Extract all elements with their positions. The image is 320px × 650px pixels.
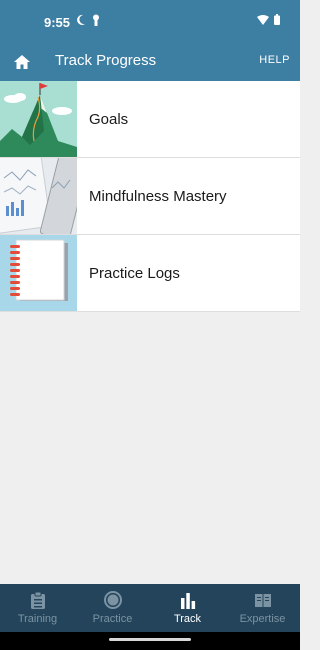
status-bar: 9:55 bbox=[0, 0, 300, 44]
goals-thumbnail bbox=[0, 81, 77, 157]
keyhole-icon bbox=[93, 14, 99, 26]
tab-label: Expertise bbox=[239, 613, 286, 625]
tab-training[interactable]: Training bbox=[0, 584, 75, 632]
list-item-label: Practice Logs bbox=[89, 264, 180, 282]
home-icon[interactable] bbox=[12, 52, 32, 72]
circle-icon bbox=[103, 591, 122, 609]
track-list: Goals Mindfulness Mastery Practice Logs bbox=[0, 81, 300, 312]
bottom-nav: Training Practice Track Expertise bbox=[0, 584, 300, 632]
system-gesture-bar bbox=[0, 632, 300, 650]
practice-logs-thumbnail bbox=[0, 235, 77, 311]
tab-practice[interactable]: Practice bbox=[75, 584, 150, 632]
tab-label: Training bbox=[17, 613, 58, 625]
status-time: 9:55 bbox=[44, 15, 71, 30]
gesture-handle[interactable] bbox=[109, 638, 191, 641]
tab-label: Track bbox=[173, 613, 202, 625]
mindfulness-mastery-thumbnail bbox=[0, 158, 77, 234]
wifi-icon bbox=[257, 14, 269, 25]
list-item-goals[interactable]: Goals bbox=[0, 81, 300, 158]
list-item-label: Goals bbox=[89, 110, 129, 128]
list-item-practice-logs[interactable]: Practice Logs bbox=[0, 235, 300, 312]
app-bar: Track Progress HELP bbox=[0, 44, 300, 81]
moon-icon bbox=[77, 14, 85, 25]
bar-chart-icon bbox=[180, 593, 195, 609]
list-item-label: Mindfulness Mastery bbox=[89, 187, 227, 205]
list-item-mindfulness-mastery[interactable]: Mindfulness Mastery bbox=[0, 158, 300, 235]
book-icon bbox=[254, 594, 271, 607]
page-title: Track Progress bbox=[55, 52, 157, 69]
tab-label: Practice bbox=[92, 613, 133, 625]
clipboard-icon bbox=[30, 591, 45, 609]
battery-icon bbox=[274, 14, 280, 25]
help-button[interactable]: HELP bbox=[259, 54, 290, 66]
tab-track[interactable]: Track bbox=[150, 584, 225, 632]
tab-expertise[interactable]: Expertise bbox=[225, 584, 300, 632]
